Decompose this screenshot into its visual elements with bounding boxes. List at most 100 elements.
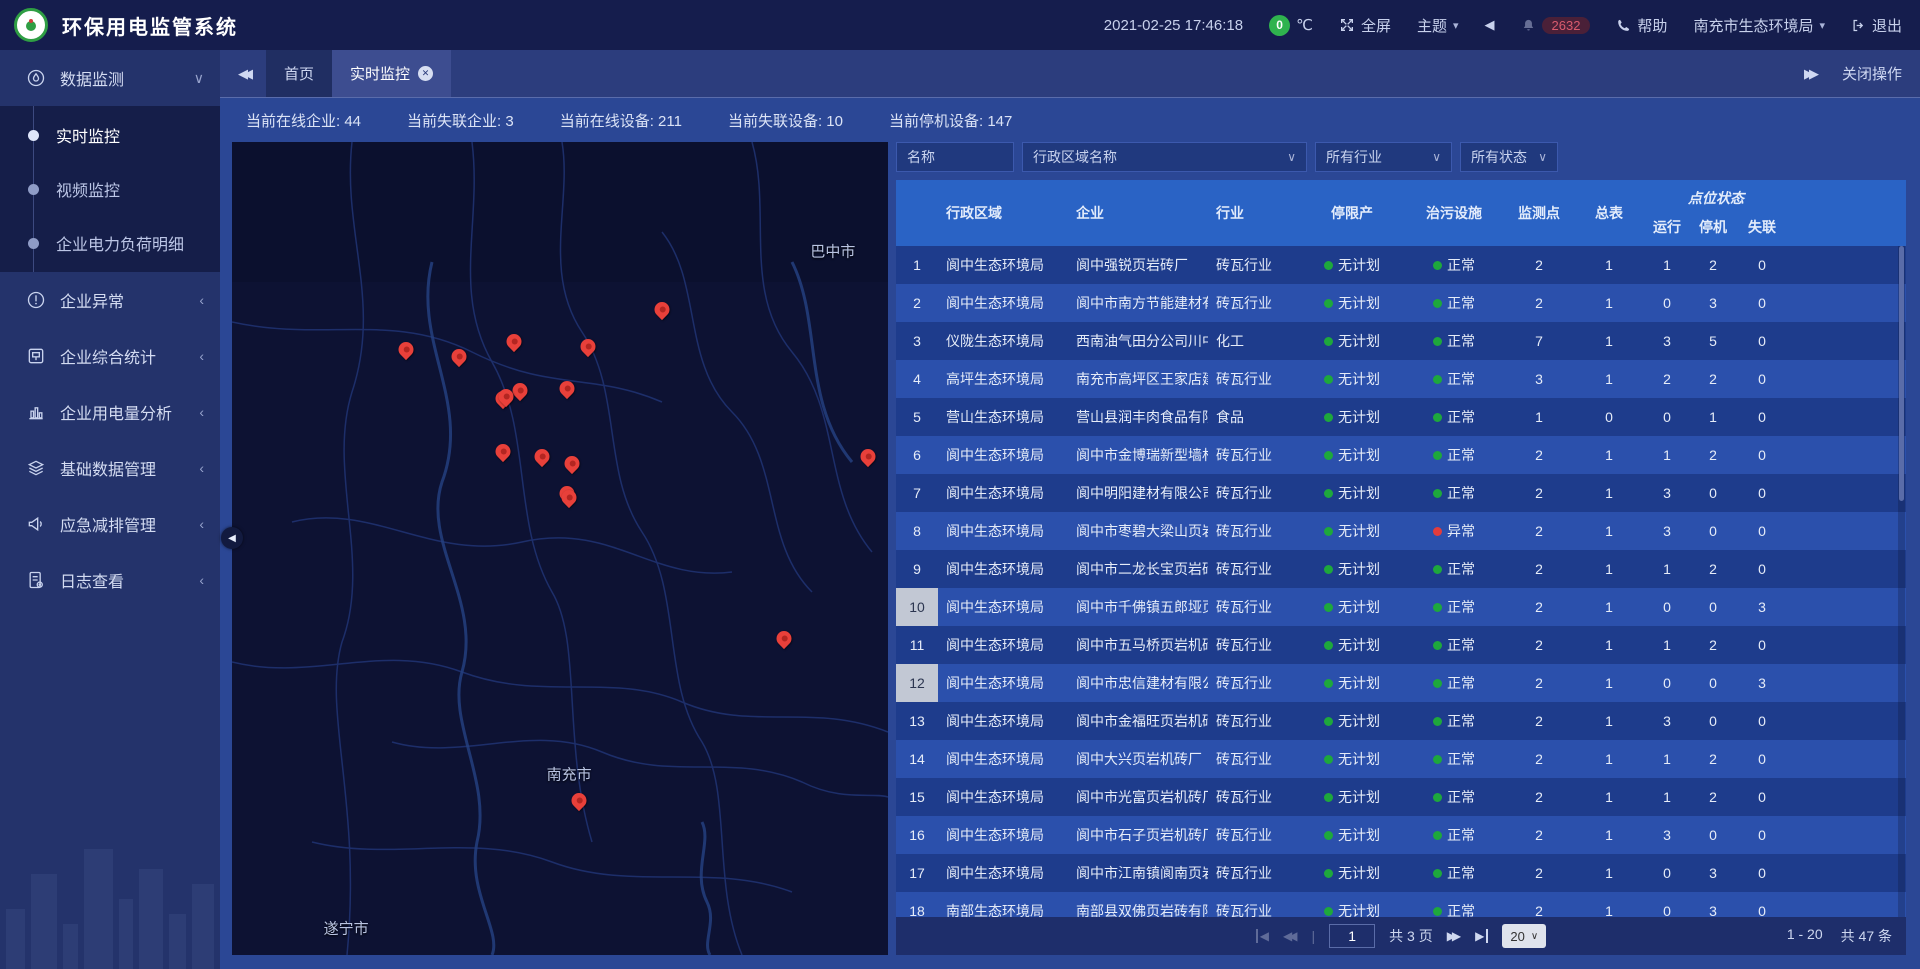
- cell-region: 阆中生态环境局: [938, 474, 1068, 512]
- cell-region: 阆中生态环境局: [938, 816, 1068, 854]
- table-row[interactable]: 10 阆中生态环境局 阆中市千佛镇五郎垭页岩 砖瓦行业 无计划 正常 2 1 0…: [896, 588, 1906, 626]
- prev-page-button[interactable]: ◀◀: [1283, 929, 1297, 943]
- cell-stopped: 0: [1690, 588, 1736, 626]
- cell-running: 3: [1644, 702, 1690, 740]
- next-page-button[interactable]: ▶▶: [1447, 929, 1461, 943]
- cell-industry: 食品: [1208, 398, 1300, 436]
- tab-home[interactable]: 首页: [266, 50, 332, 97]
- cell-facility-status: 正常: [1404, 246, 1504, 284]
- table-row[interactable]: 16 阆中生态环境局 阆中市石子页岩机砖厂 砖瓦行业 无计划 正常 2 1 3 …: [896, 816, 1906, 854]
- table-row[interactable]: 5 营山生态环境局 营山县润丰肉食品有限 食品 无计划 正常 1 0 0 1 0: [896, 398, 1906, 436]
- map-canvas[interactable]: 巴中市南充市遂宁市: [232, 142, 888, 955]
- name-filter-input[interactable]: [907, 149, 1003, 165]
- table-row[interactable]: 3 仪陇生态环境局 西南油气田分公司川中 化工 无计划 正常 7 1 3 5 0: [896, 322, 1906, 360]
- table-row[interactable]: 15 阆中生态环境局 阆中市光富页岩机砖厂 砖瓦行业 无计划 正常 2 1 1 …: [896, 778, 1906, 816]
- table-row[interactable]: 13 阆中生态环境局 阆中市金福旺页岩机砖 砖瓦行业 无计划 正常 2 1 3 …: [896, 702, 1906, 740]
- status-dot-icon: [1324, 793, 1333, 802]
- status-dot-icon: [1433, 299, 1442, 308]
- monitor-panel: 行政区域名称 ∨ 所有行业 ∨ 所有状态 ∨: [896, 142, 1906, 955]
- sidebar-item[interactable]: 实时监控: [0, 108, 220, 162]
- table-row[interactable]: 12 阆中生态环境局 阆中市忠信建材有限公 砖瓦行业 无计划 正常 2 1 0 …: [896, 664, 1906, 702]
- logout-button[interactable]: 退出: [1851, 15, 1902, 36]
- cell-offline: 0: [1736, 436, 1788, 474]
- cell-meters: 1: [1574, 550, 1644, 588]
- tabs-scroll-left-icon[interactable]: ◀◀: [220, 50, 266, 97]
- table-row[interactable]: 7 阆中生态环境局 阆中明阳建材有限公司 砖瓦行业 无计划 正常 2 1 3 0…: [896, 474, 1906, 512]
- sidebar-group-base-data[interactable]: 基础数据管理 ‹: [0, 440, 220, 496]
- notifications[interactable]: 2632: [1521, 17, 1591, 34]
- point-status-group-header: 点位状态: [1644, 180, 1788, 208]
- sidebar-group-enterprise-alert[interactable]: 企业异常 ‹: [0, 272, 220, 328]
- cell-company: 阆中市金博瑞新型墙材: [1068, 436, 1208, 474]
- sidebar-group-power-analysis[interactable]: 企业用电量分析 ‹: [0, 384, 220, 440]
- status-dot-icon: [1324, 451, 1333, 460]
- table-row[interactable]: 11 阆中生态环境局 阆中市五马桥页岩机砖 砖瓦行业 无计划 正常 2 1 1 …: [896, 626, 1906, 664]
- first-page-button[interactable]: ◀: [1256, 929, 1269, 943]
- cell-stopped: 0: [1690, 816, 1736, 854]
- table-row[interactable]: 6 阆中生态环境局 阆中市金博瑞新型墙材 砖瓦行业 无计划 正常 2 1 1 2…: [896, 436, 1906, 474]
- region-filter-select[interactable]: 行政区域名称 ∨: [1022, 142, 1307, 172]
- last-page-button[interactable]: ▶: [1475, 929, 1488, 943]
- tab-close-icon[interactable]: ✕: [418, 66, 433, 81]
- page-size-select[interactable]: 20 ∨: [1502, 924, 1546, 948]
- cell-meters: 1: [1574, 284, 1644, 322]
- table-row[interactable]: 4 高坪生态环境局 南充市高坪区王家店建 砖瓦行业 无计划 正常 3 1 2 2…: [896, 360, 1906, 398]
- cell-company: 阆中强锐页岩砖厂: [1068, 246, 1208, 284]
- table-row[interactable]: 8 阆中生态环境局 阆中市枣碧大梁山页岩 砖瓦行业 无计划 异常 2 1 3 0…: [896, 512, 1906, 550]
- sidebar-group-data-monitor[interactable]: 数据监测 ∨: [0, 50, 220, 106]
- close-operations-button[interactable]: 关闭操作: [1842, 63, 1902, 84]
- table-scrollbar[interactable]: [1898, 246, 1905, 917]
- tab-realtime-monitor[interactable]: 实时监控 ✕: [332, 50, 451, 97]
- sidebar-group-enterprise-stats[interactable]: 企业综合统计 ‹: [0, 328, 220, 384]
- cell-limit-status: 无计划: [1300, 284, 1404, 322]
- stat-item: 当前失联企业: 3: [407, 110, 514, 131]
- cell-offline: 0: [1736, 322, 1788, 360]
- table-row[interactable]: 9 阆中生态环境局 阆中市二龙长宝页岩砖 砖瓦行业 无计划 正常 2 1 1 2…: [896, 550, 1906, 588]
- status-filter-select[interactable]: 所有状态 ∨: [1460, 142, 1558, 172]
- sidebar-group-logs[interactable]: 日志查看 ‹: [0, 552, 220, 608]
- help-button[interactable]: 帮助: [1616, 15, 1667, 36]
- cell-offline: 0: [1736, 702, 1788, 740]
- sidebar-group-emergency[interactable]: 应急减排管理 ‹: [0, 496, 220, 552]
- status-dot-icon: [1324, 641, 1333, 650]
- row-index: 8: [896, 512, 938, 550]
- org-dropdown[interactable]: 南充市生态环境局▾: [1693, 15, 1825, 36]
- filter-bar: 行政区域名称 ∨ 所有行业 ∨ 所有状态 ∨: [896, 142, 1906, 172]
- sidebar-item[interactable]: 视频监控: [0, 162, 220, 216]
- tabs-scroll-right-icon[interactable]: ▶▶: [1804, 66, 1814, 82]
- map-city-label: 南充市: [547, 763, 592, 784]
- status-dot-icon: [1324, 375, 1333, 384]
- cell-industry: 砖瓦行业: [1208, 550, 1300, 588]
- table-row[interactable]: 2 阆中生态环境局 阆中市南方节能建材有 砖瓦行业 无计划 正常 2 1 0 3…: [896, 284, 1906, 322]
- cell-region: 阆中生态环境局: [938, 550, 1068, 588]
- sidebar-item[interactable]: 企业电力负荷明细: [0, 216, 220, 270]
- row-index: 3: [896, 322, 938, 360]
- cell-stopped: 2: [1690, 550, 1736, 588]
- cell-meters: 1: [1574, 854, 1644, 892]
- cell-region: 阆中生态环境局: [938, 778, 1068, 816]
- cell-facility-status: 正常: [1404, 778, 1504, 816]
- page-number-input[interactable]: [1329, 924, 1375, 948]
- industry-filter-select[interactable]: 所有行业 ∨: [1315, 142, 1452, 172]
- table-row[interactable]: 1 阆中生态环境局 阆中强锐页岩砖厂 砖瓦行业 无计划 正常 2 1 1 2 0: [896, 246, 1906, 284]
- cell-stopped: 2: [1690, 740, 1736, 778]
- cell-company: 阆中市五马桥页岩机砖: [1068, 626, 1208, 664]
- cell-limit-status: 无计划: [1300, 512, 1404, 550]
- cell-stopped: 2: [1690, 626, 1736, 664]
- sidebar-collapse-handle[interactable]: ◀: [221, 527, 243, 549]
- cell-monitor-points: 2: [1504, 474, 1574, 512]
- table-row[interactable]: 17 阆中生态环境局 阆中市江南镇阆南页岩 砖瓦行业 无计划 正常 2 1 0 …: [896, 854, 1906, 892]
- cell-region: 阆中生态环境局: [938, 284, 1068, 322]
- cell-company: 阆中明阳建材有限公司: [1068, 474, 1208, 512]
- sound-toggle[interactable]: ◀: [1485, 17, 1495, 33]
- theme-dropdown[interactable]: 主题▾: [1417, 15, 1459, 36]
- table-row[interactable]: 14 阆中生态环境局 阆中大兴页岩机砖厂 砖瓦行业 无计划 正常 2 1 1 2…: [896, 740, 1906, 778]
- cell-running: 3: [1644, 322, 1690, 360]
- map-panel: 巴中市南充市遂宁市 ◀: [232, 142, 888, 955]
- fullscreen-button[interactable]: 全屏: [1339, 15, 1391, 36]
- status-dot-icon: [1433, 717, 1442, 726]
- cell-company: 阆中市金福旺页岩机砖: [1068, 702, 1208, 740]
- cell-region: 阆中生态环境局: [938, 626, 1068, 664]
- cell-offline: 0: [1736, 246, 1788, 284]
- status-dot-icon: [1433, 261, 1442, 270]
